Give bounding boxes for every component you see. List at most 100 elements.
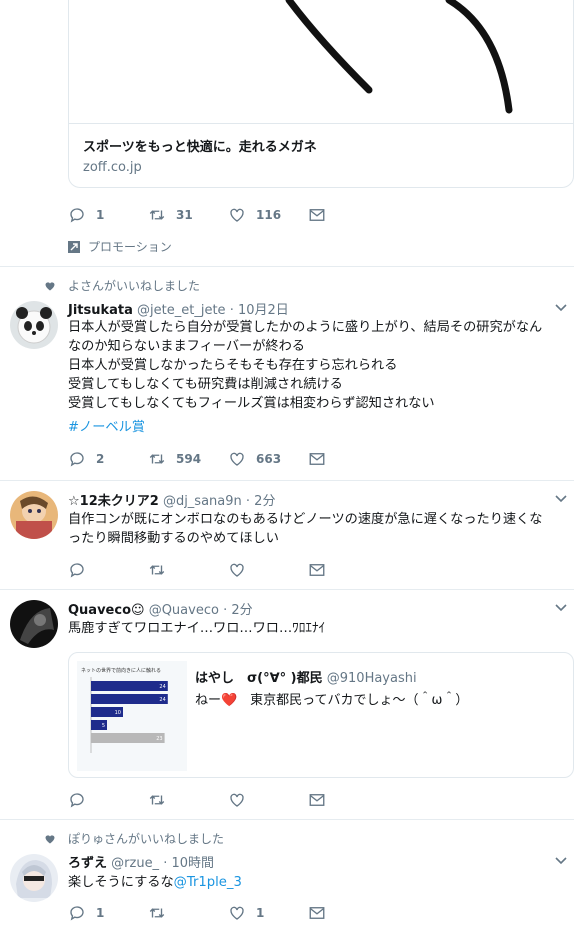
hashtag-link[interactable]: #ノーベル賞 xyxy=(68,418,572,437)
tweet: ぽりゅさんがいいねしました ろずえ @rzue_ · 10時間 楽しそうにするな… xyxy=(0,820,574,940)
reply-button[interactable] xyxy=(68,791,148,809)
timestamp[interactable]: · 2分 xyxy=(223,603,253,618)
retweet-icon xyxy=(149,454,165,464)
display-name[interactable]: Quaveco☺ xyxy=(68,603,145,618)
promoted-label: プロモーション xyxy=(68,238,172,255)
reply-count: 2 xyxy=(96,452,105,466)
retweet-count: 594 xyxy=(176,452,202,466)
like-button[interactable] xyxy=(228,791,308,809)
reply-button[interactable] xyxy=(68,561,148,579)
link-card[interactable]: スポーツをもっと快適に。走れるメガネ zoff.co.jp xyxy=(68,0,574,188)
retweet-icon xyxy=(149,908,165,918)
dm-button[interactable] xyxy=(308,561,338,579)
social-context: よさんがいいねしました xyxy=(44,277,200,294)
reply-button[interactable]: 1 xyxy=(68,206,148,224)
chevron-down-icon[interactable] xyxy=(554,601,568,615)
reply-button[interactable]: 2 xyxy=(68,450,148,468)
action-bar: 2 594 663 xyxy=(68,449,338,469)
like-button[interactable] xyxy=(228,561,308,579)
like-button[interactable]: 663 xyxy=(228,450,308,468)
heart-icon xyxy=(45,834,55,843)
dm-button[interactable] xyxy=(308,206,338,224)
quote-display-name: はやし σ(°∀° )都民 xyxy=(195,671,323,686)
dm-button[interactable] xyxy=(308,450,338,468)
card-domain: zoff.co.jp xyxy=(83,160,142,175)
dm-button[interactable] xyxy=(308,791,338,809)
mention-link[interactable]: @Tr1ple_3 xyxy=(174,875,242,890)
chart-data-label: 5 xyxy=(102,723,105,729)
avatar[interactable] xyxy=(10,301,58,349)
heart-icon xyxy=(45,281,55,290)
avatar[interactable] xyxy=(10,491,58,539)
reply-icon xyxy=(70,793,84,808)
avatar[interactable] xyxy=(10,600,58,648)
tweet: よさんがいいねしました Jitsukata @jete_et_jete · 10… xyxy=(0,267,574,481)
quote-chart-title: ネットの世界で前向きに人に触れる xyxy=(81,667,161,674)
like-count: 663 xyxy=(256,452,282,466)
chart-data-label: 24 xyxy=(159,697,165,703)
tweet-header: Jitsukata @jete_et_jete · 10月2日 xyxy=(68,299,289,318)
retweet-icon xyxy=(149,795,165,805)
tweet-text: 楽しそうにするな@Tr1ple_3 xyxy=(68,875,242,890)
retweet-button[interactable] xyxy=(148,561,228,579)
username[interactable]: @Quaveco xyxy=(149,603,219,618)
retweet-button[interactable] xyxy=(148,904,228,922)
social-context: ぽりゅさんがいいねしました xyxy=(44,830,224,847)
chart-data-label: 24 xyxy=(159,684,165,690)
username[interactable]: @jete_et_jete xyxy=(137,303,226,318)
chart-data-label: 10 xyxy=(115,710,121,716)
quote-text: ねー❤️ 東京都民ってバカでしょ～（＾ω＾） xyxy=(195,693,469,708)
retweet-count: 31 xyxy=(176,208,193,222)
like-count: 1 xyxy=(256,906,265,920)
timestamp[interactable]: · 10月2日 xyxy=(230,303,289,318)
quote-image: ネットの世界で前向きに人に触れる 24 24 10 5 23 xyxy=(77,661,187,771)
chart-data-label: 23 xyxy=(156,736,162,742)
chart-bar xyxy=(91,681,168,691)
username[interactable]: @rzue_ xyxy=(111,856,159,871)
reply-count: 1 xyxy=(96,906,105,920)
quoted-tweet[interactable]: ネットの世界で前向きに人に触れる 24 24 10 5 23 はやし σ(°∀° )都民… xyxy=(68,652,574,778)
avatar[interactable] xyxy=(10,854,58,902)
card-image xyxy=(69,0,573,124)
like-button[interactable]: 116 xyxy=(228,206,308,224)
chevron-down-icon[interactable] xyxy=(554,301,568,315)
heart-icon xyxy=(230,906,244,920)
reply-button[interactable]: 1 xyxy=(68,904,148,922)
chart-bar xyxy=(91,694,168,704)
like-button[interactable]: 1 xyxy=(228,904,308,922)
retweet-button[interactable]: 31 xyxy=(148,206,228,224)
chevron-down-icon[interactable] xyxy=(554,854,568,868)
mail-icon xyxy=(309,209,325,221)
card-title: スポーツをもっと快適に。走れるメガネ xyxy=(83,140,317,155)
heart-icon xyxy=(230,793,244,807)
retweet-button[interactable]: 594 xyxy=(148,450,228,468)
mail-icon xyxy=(309,453,325,465)
reply-count: 1 xyxy=(96,208,105,222)
display-name[interactable]: Jitsukata xyxy=(68,303,133,318)
username[interactable]: @dj_sana9n xyxy=(163,494,242,509)
promoted-icon xyxy=(68,240,80,253)
tweet-header: ろずえ @rzue_ · 10時間 xyxy=(68,852,214,871)
tweet-text: 馬鹿すぎてワロエナイ…ワロ…ワロ…ﾜﾛｴﾅｲ xyxy=(68,621,326,636)
quote-chart: ネットの世界で前向きに人に触れる 24 24 10 5 23 xyxy=(81,667,168,753)
action-bar xyxy=(68,790,338,810)
quote-username: @910Hayashi xyxy=(326,671,417,686)
promoted-tweet: スポーツをもっと快適に。走れるメガネ zoff.co.jp 1 31 116 プ… xyxy=(0,0,574,267)
dm-button[interactable] xyxy=(308,904,338,922)
retweet-icon xyxy=(149,210,165,220)
heart-icon xyxy=(230,563,244,577)
heart-icon xyxy=(230,208,244,222)
retweet-button[interactable] xyxy=(148,791,228,809)
tweet-header: ☆12未クリア2 @dj_sana9n · 2分 xyxy=(68,490,275,509)
display-name[interactable]: ☆12未クリア2 xyxy=(68,494,159,509)
chevron-down-icon[interactable] xyxy=(554,492,568,506)
heart-icon xyxy=(230,452,244,466)
timestamp[interactable]: · 2分 xyxy=(246,494,276,509)
timestamp[interactable]: · 10時間 xyxy=(163,856,214,871)
action-bar xyxy=(68,560,338,580)
reply-icon xyxy=(70,906,84,921)
display-name[interactable]: ろずえ xyxy=(68,856,107,871)
tweet-header: Quaveco☺ @Quaveco · 2分 xyxy=(68,599,253,618)
mail-icon xyxy=(309,564,325,576)
reply-icon xyxy=(70,452,84,467)
